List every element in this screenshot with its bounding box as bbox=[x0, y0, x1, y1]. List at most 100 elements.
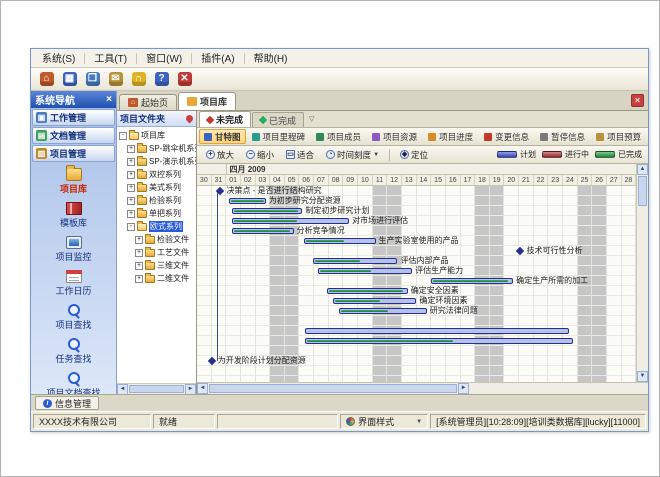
task-bar[interactable] bbox=[313, 258, 398, 264]
sidebar-item-task-search[interactable]: 任务查找 bbox=[31, 335, 116, 369]
task-bar[interactable] bbox=[318, 268, 412, 274]
scroll-left-icon[interactable]: ◄ bbox=[117, 384, 128, 395]
task-bar[interactable] bbox=[232, 208, 302, 214]
gantt-tool-timescale[interactable]: ◔时间刻度▼ bbox=[321, 147, 384, 163]
tree-node-7[interactable]: -欧式系列 bbox=[117, 220, 196, 233]
tree-horizontal-scrollbar[interactable]: ◄ ► bbox=[117, 383, 196, 394]
tree-expand-toggle[interactable]: + bbox=[127, 210, 135, 218]
gantt-tool-zoom-out[interactable]: −缩小 bbox=[241, 147, 279, 163]
sidebar-item-project-search[interactable]: 项目查找 bbox=[31, 301, 116, 335]
view-tab-pauses[interactable]: 暂停信息 bbox=[535, 129, 590, 144]
legend-item-0: 计划 bbox=[497, 149, 536, 160]
lock-button[interactable]: ∩ bbox=[129, 70, 148, 89]
home-button[interactable]: ⌂ bbox=[37, 70, 56, 89]
tree-node-label: 检验系列 bbox=[149, 195, 181, 206]
tree-node-0[interactable]: -项目库 bbox=[117, 129, 196, 142]
day-header-cell: 07 bbox=[314, 175, 329, 185]
menu-system[interactable]: 系统(S) bbox=[35, 49, 82, 67]
view-tab-members[interactable]: 项目成员 bbox=[311, 129, 366, 144]
document-close-button[interactable]: ✕ bbox=[631, 94, 644, 107]
cascade-windows-button[interactable]: ❐ bbox=[83, 70, 102, 89]
task-bar[interactable] bbox=[232, 218, 349, 224]
ui-style-dropdown[interactable]: 界面样式 ▼ bbox=[340, 414, 428, 429]
tree-expand-toggle[interactable]: - bbox=[119, 132, 127, 140]
menu-tools[interactable]: 工具(T) bbox=[87, 49, 134, 67]
sidebar-item-project-monitor[interactable]: 项目监控 bbox=[31, 233, 116, 267]
sidebar-item-project-library[interactable]: 项目库 bbox=[31, 165, 116, 199]
tree-expand-toggle[interactable]: + bbox=[135, 262, 143, 270]
sidebar-item-work-calendar[interactable]: 工作日历 bbox=[31, 267, 116, 301]
sidebar-close-icon[interactable]: × bbox=[106, 94, 112, 105]
gantt-horizontal-scrollbar[interactable]: ◄ ► bbox=[197, 382, 648, 394]
task-bar[interactable] bbox=[232, 228, 293, 234]
tree-scroll-thumb[interactable] bbox=[129, 385, 184, 393]
task-bar[interactable] bbox=[327, 288, 407, 294]
mail-button[interactable]: ✉ bbox=[106, 70, 125, 89]
tree-node-6[interactable]: +单把系列 bbox=[117, 207, 196, 220]
task-bar[interactable] bbox=[305, 328, 568, 334]
view-tab-gantt[interactable]: 甘特图 bbox=[199, 129, 246, 144]
day-header-cell: 17 bbox=[461, 175, 476, 185]
sidebar-item-project-doc-search[interactable]: 项目文档查找 bbox=[31, 369, 116, 394]
menu-plugins[interactable]: 插件(A) bbox=[194, 49, 241, 67]
tree-node-2[interactable]: +SP-演示机系列 bbox=[117, 155, 196, 168]
pin-icon[interactable] bbox=[185, 114, 195, 124]
task-bar[interactable] bbox=[431, 278, 513, 284]
status-tab-incomplete[interactable]: 未完成 bbox=[199, 111, 251, 127]
view-tab-progress[interactable]: 项目进度 bbox=[423, 129, 478, 144]
menu-help[interactable]: 帮助(H) bbox=[247, 49, 295, 67]
tree-node-5[interactable]: + 检验系列 bbox=[117, 194, 196, 207]
menu-window[interactable]: 窗口(W) bbox=[139, 49, 189, 67]
sidebar-section-doc-mgmt[interactable]: ▤文档管理 bbox=[32, 127, 115, 144]
tree-node-8[interactable]: +检验文件 bbox=[117, 233, 196, 246]
modules-grid-button[interactable]: ▦ bbox=[60, 70, 79, 89]
info-management-tab[interactable]: i 信息管理 bbox=[35, 396, 99, 410]
gantt-tool-zoom-in[interactable]: +放大 bbox=[201, 147, 239, 163]
tree-expand-toggle[interactable]: + bbox=[127, 158, 135, 166]
tree-expand-toggle[interactable]: + bbox=[127, 197, 135, 205]
task-bar[interactable] bbox=[304, 238, 376, 244]
task-bar[interactable] bbox=[339, 308, 427, 314]
sidebar-section-project-mgmt[interactable]: ▥项目管理 bbox=[32, 145, 115, 162]
task-bar[interactable] bbox=[229, 198, 266, 204]
sidebar-item-template-library[interactable]: 模板库 bbox=[31, 199, 116, 233]
document-tab-start-page[interactable]: ⌂起始页 bbox=[119, 94, 177, 110]
tree-node-1[interactable]: +SP-跳伞机系列 bbox=[117, 142, 196, 155]
tree-node-11[interactable]: +二维文件 bbox=[117, 272, 196, 285]
tree-expand-toggle[interactable]: + bbox=[127, 171, 135, 179]
view-tab-budget[interactable]: 项目预算 bbox=[591, 129, 646, 144]
gantt-tool-locate[interactable]: ◆定位 bbox=[395, 147, 433, 163]
tree-node-3[interactable]: +双控系列 bbox=[117, 168, 196, 181]
gantt-vertical-scrollbar[interactable]: ▲ ▼ bbox=[636, 164, 648, 382]
scroll-right-icon[interactable]: ► bbox=[458, 383, 469, 394]
task-bar[interactable] bbox=[305, 338, 573, 344]
help-button[interactable]: ? bbox=[152, 70, 171, 89]
tree-node-4[interactable]: +美式系列 bbox=[117, 181, 196, 194]
tree-expand-toggle[interactable]: + bbox=[135, 249, 143, 257]
task-bar[interactable] bbox=[333, 298, 416, 304]
status-tabs-dropdown-icon[interactable]: ▽ bbox=[305, 115, 318, 123]
view-tab-milestones[interactable]: 项目里程碑 bbox=[247, 129, 311, 144]
sidebar-section-label: 工作管理 bbox=[50, 111, 86, 124]
tree-node-9[interactable]: +工艺文件 bbox=[117, 246, 196, 259]
gantt-vscroll-thumb[interactable] bbox=[638, 176, 647, 206]
document-tab-project-library[interactable]: 项目库 bbox=[178, 92, 236, 110]
gantt-hscroll-thumb[interactable] bbox=[209, 384, 457, 393]
tree-expand-toggle[interactable]: + bbox=[135, 236, 143, 244]
view-tab-resources[interactable]: 项目资源 bbox=[367, 129, 422, 144]
tree-node-10[interactable]: +三维文件 bbox=[117, 259, 196, 272]
scroll-down-icon[interactable]: ▼ bbox=[637, 371, 648, 382]
sidebar-section-work-mgmt[interactable]: ▣工作管理 bbox=[32, 109, 115, 126]
tree-expand-toggle[interactable]: + bbox=[135, 275, 143, 283]
task-progress-fill bbox=[433, 280, 508, 282]
tree-expand-toggle[interactable]: + bbox=[127, 145, 135, 153]
scroll-left-icon[interactable]: ◄ bbox=[197, 383, 208, 394]
exit-button[interactable]: ✕ bbox=[175, 70, 194, 89]
status-tab-complete[interactable]: 已完成 bbox=[252, 112, 304, 127]
view-tab-changes[interactable]: 变更信息 bbox=[479, 129, 534, 144]
tree-expand-toggle[interactable]: - bbox=[127, 223, 135, 231]
scroll-up-icon[interactable]: ▲ bbox=[637, 164, 648, 175]
scroll-right-icon[interactable]: ► bbox=[185, 384, 196, 395]
tree-expand-toggle[interactable]: + bbox=[127, 184, 135, 192]
gantt-tool-fit[interactable]: ▭适合 bbox=[281, 147, 319, 163]
